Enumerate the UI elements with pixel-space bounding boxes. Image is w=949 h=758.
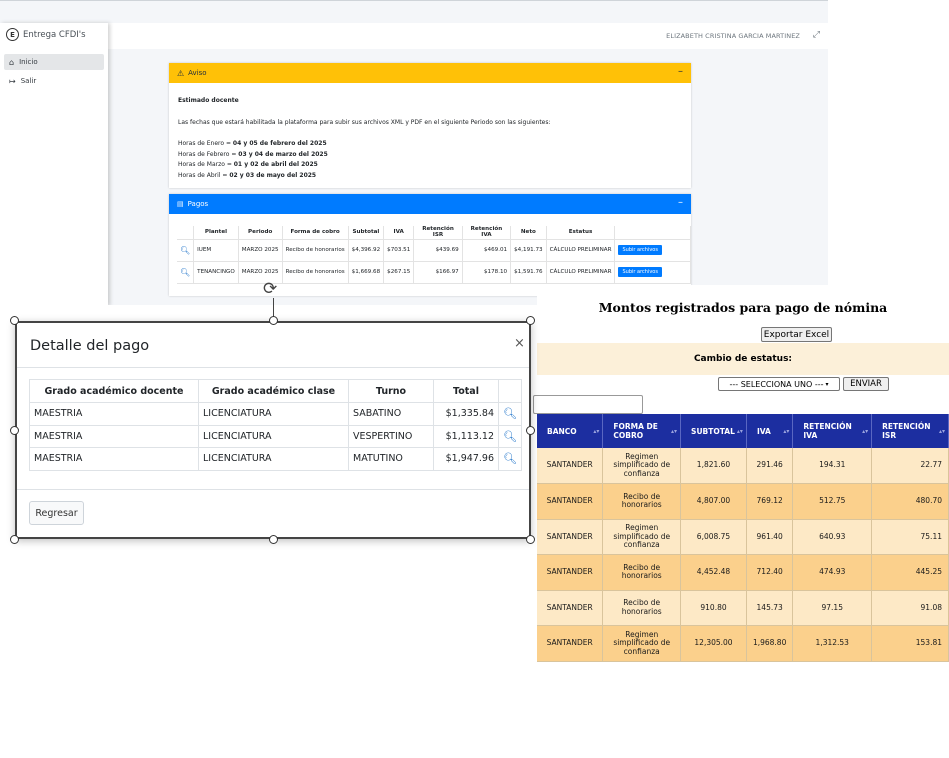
table-row: MAESTRIA LICENCIATURA VESPERTINO $1,113.… <box>29 424 522 448</box>
table-row: SANTANDER Recibo de honorarios 4,452.48 … <box>537 554 949 591</box>
filter-input[interactable] <box>533 395 643 414</box>
rotate-handle-line <box>273 298 274 317</box>
warning-icon: ⚠ <box>177 68 185 78</box>
aviso-card-header: ⚠ Aviso – <box>169 63 691 83</box>
column-header[interactable]: RETENCIÓN ISR ▴▾ <box>871 414 949 448</box>
table-row: MAESTRIA LICENCIATURA SABATINO $1,335.84… <box>29 402 522 426</box>
divider <box>17 367 529 368</box>
sort-icon: ▴▾ <box>938 428 945 435</box>
upload-files-button[interactable]: Subir archivos <box>618 267 662 277</box>
table-header-row: Plantel Periodo Forma de cobro Subtotal … <box>177 226 691 240</box>
pagos-table: Plantel Periodo Forma de cobro Subtotal … <box>177 226 691 284</box>
home-icon: ⌂ <box>9 57 15 67</box>
detalle-pago-dialog: Detalle del pago × Grado académico docen… <box>15 321 531 539</box>
aviso-greeting: Estimado docente <box>178 97 239 104</box>
collapse-icon[interactable]: – <box>678 66 683 77</box>
table-row: MAESTRIA LICENCIATURA MATUTINO $1,947.96… <box>29 447 522 471</box>
export-excel-button[interactable]: Exportar Excel <box>761 327 832 342</box>
resize-handle-bottom[interactable] <box>269 535 278 544</box>
aviso-date-line: Horas de Abril = 02 y 03 de mayo del 202… <box>178 171 317 179</box>
pagos-card: ▤ Pagos – Plantel Periodo Forma de cobro… <box>169 194 691 296</box>
table-row: SANTANDER Regimen simplificado de confia… <box>537 625 949 662</box>
montos-table: BANCO ▴▾ FORMA DE COBRO ▴▾ SUBTOTAL ▴▾ IVA ▴… <box>537 414 949 662</box>
column-header[interactable]: FORMA DE COBRO ▴▾ <box>602 414 682 448</box>
close-icon[interactable]: × <box>514 336 525 351</box>
search-icon[interactable]: 🔍︎ <box>503 430 517 443</box>
resize-handle-bottom-left[interactable] <box>10 535 19 544</box>
cfdi-app-window: ELIZABETH CRISTINA GARCIA MARTINEZ ⤢ E E… <box>0 0 828 305</box>
aviso-body: Estimado docente Las fechas que estará h… <box>178 96 551 181</box>
table-header-row: Grado académico docente Grado académico … <box>29 379 522 403</box>
detalle-table: Grado académico docente Grado académico … <box>29 379 522 471</box>
aviso-date-line: Horas de Febrero = 03 y 04 de marzo del … <box>178 150 328 158</box>
column-header[interactable]: SUBTOTAL ▴▾ <box>680 414 747 448</box>
table-row: SANTANDER Regimen simplificado de confia… <box>537 519 949 555</box>
enviar-button[interactable]: ENVIAR <box>843 377 889 391</box>
rotate-handle-icon[interactable]: ⟳ <box>263 279 277 299</box>
sort-icon: ▴▾ <box>593 428 600 435</box>
sidebar-item-label: Inicio <box>19 58 38 66</box>
table-row: SANTANDER Recibo de honorarios 910.80 14… <box>537 590 949 626</box>
aviso-date-line: Horas de Marzo = 01 y 02 de abril del 20… <box>178 161 318 168</box>
regresar-button[interactable]: Regresar <box>29 501 84 525</box>
table-row: SANTANDER Regimen simplificado de confia… <box>537 448 949 484</box>
resize-handle-left[interactable] <box>10 426 19 435</box>
brand[interactable]: E Entrega CFDI's <box>6 28 86 41</box>
list-icon: ▤ <box>177 200 184 208</box>
sidebar: E Entrega CFDI's ⌂ Inicio ↦ Salir <box>0 23 108 305</box>
expand-icon[interactable]: ⤢ <box>813 30 820 40</box>
sidebar-item-label: Salir <box>20 77 37 85</box>
collapse-icon[interactable]: – <box>678 197 683 208</box>
sort-icon: ▴▾ <box>736 428 743 435</box>
column-header[interactable]: RETENCIÓN IVA ▴▾ <box>792 414 873 448</box>
table-row: 🔍︎ TENANCINGO MARZO 2025 Recibo de honor… <box>177 261 691 284</box>
aviso-title: Aviso <box>188 69 207 77</box>
montos-panel: Montos registrados para pago de nómina E… <box>533 285 949 665</box>
sidebar-item-salir[interactable]: ↦ Salir <box>4 73 104 89</box>
estatus-label: Cambio de estatus: <box>693 354 793 364</box>
search-icon[interactable]: 🔍︎ <box>503 407 517 420</box>
brand-logo: E <box>6 28 19 41</box>
resize-handle-bottom-right[interactable] <box>526 535 535 544</box>
resize-handle-top-left[interactable] <box>10 316 19 325</box>
dialog-title: Detalle del pago <box>30 338 150 354</box>
sidebar-item-inicio[interactable]: ⌂ Inicio <box>4 54 104 70</box>
pagos-title: Pagos <box>187 200 209 208</box>
column-header[interactable]: IVA ▴▾ <box>746 414 794 448</box>
table-row: SANTANDER Recibo de honorarios 4,807.00 … <box>537 483 949 520</box>
search-icon[interactable]: 🔍︎ <box>180 268 190 277</box>
user-name[interactable]: ELIZABETH CRISTINA GARCIA MARTINEZ <box>666 32 800 40</box>
resize-handle-top[interactable] <box>269 316 278 325</box>
app-header: ELIZABETH CRISTINA GARCIA MARTINEZ ⤢ <box>108 23 828 49</box>
upload-files-button[interactable]: Subir archivos <box>618 245 662 255</box>
resize-handle-top-right[interactable] <box>526 316 535 325</box>
estatus-band: Cambio de estatus: <box>537 343 949 375</box>
divider <box>17 489 529 490</box>
sort-icon: ▴▾ <box>862 428 869 435</box>
chevron-down-icon: ▾ <box>825 380 829 388</box>
aviso-intro: Las fechas que estará habilitada la plat… <box>178 118 551 126</box>
brand-name: Entrega CFDI's <box>23 29 86 40</box>
aviso-card: ⚠ Aviso – Estimado docente Las fechas qu… <box>169 63 691 188</box>
table-header-row: BANCO ▴▾ FORMA DE COBRO ▴▾ SUBTOTAL ▴▾ IVA ▴… <box>537 414 949 448</box>
resize-handle-right[interactable] <box>526 426 535 435</box>
table-row: 🔍︎ IUEM MARZO 2025 Recibo de honorarios … <box>177 239 691 262</box>
column-header[interactable]: BANCO ▴▾ <box>537 414 604 448</box>
sort-icon: ▴▾ <box>783 428 790 435</box>
pagos-card-header: ▤ Pagos – <box>169 194 691 214</box>
sign-out-icon: ↦ <box>9 76 16 86</box>
sort-icon: ▴▾ <box>671 428 678 435</box>
search-icon[interactable]: 🔍︎ <box>503 452 517 465</box>
aviso-date-line: Horas de Enero = 04 y 05 de febrero del … <box>178 140 327 147</box>
search-icon[interactable]: 🔍︎ <box>180 246 190 255</box>
estatus-select[interactable]: --- SELECCIONA UNO --- ▾ <box>718 377 840 391</box>
montos-title: Montos registrados para pago de nómina <box>598 300 888 315</box>
